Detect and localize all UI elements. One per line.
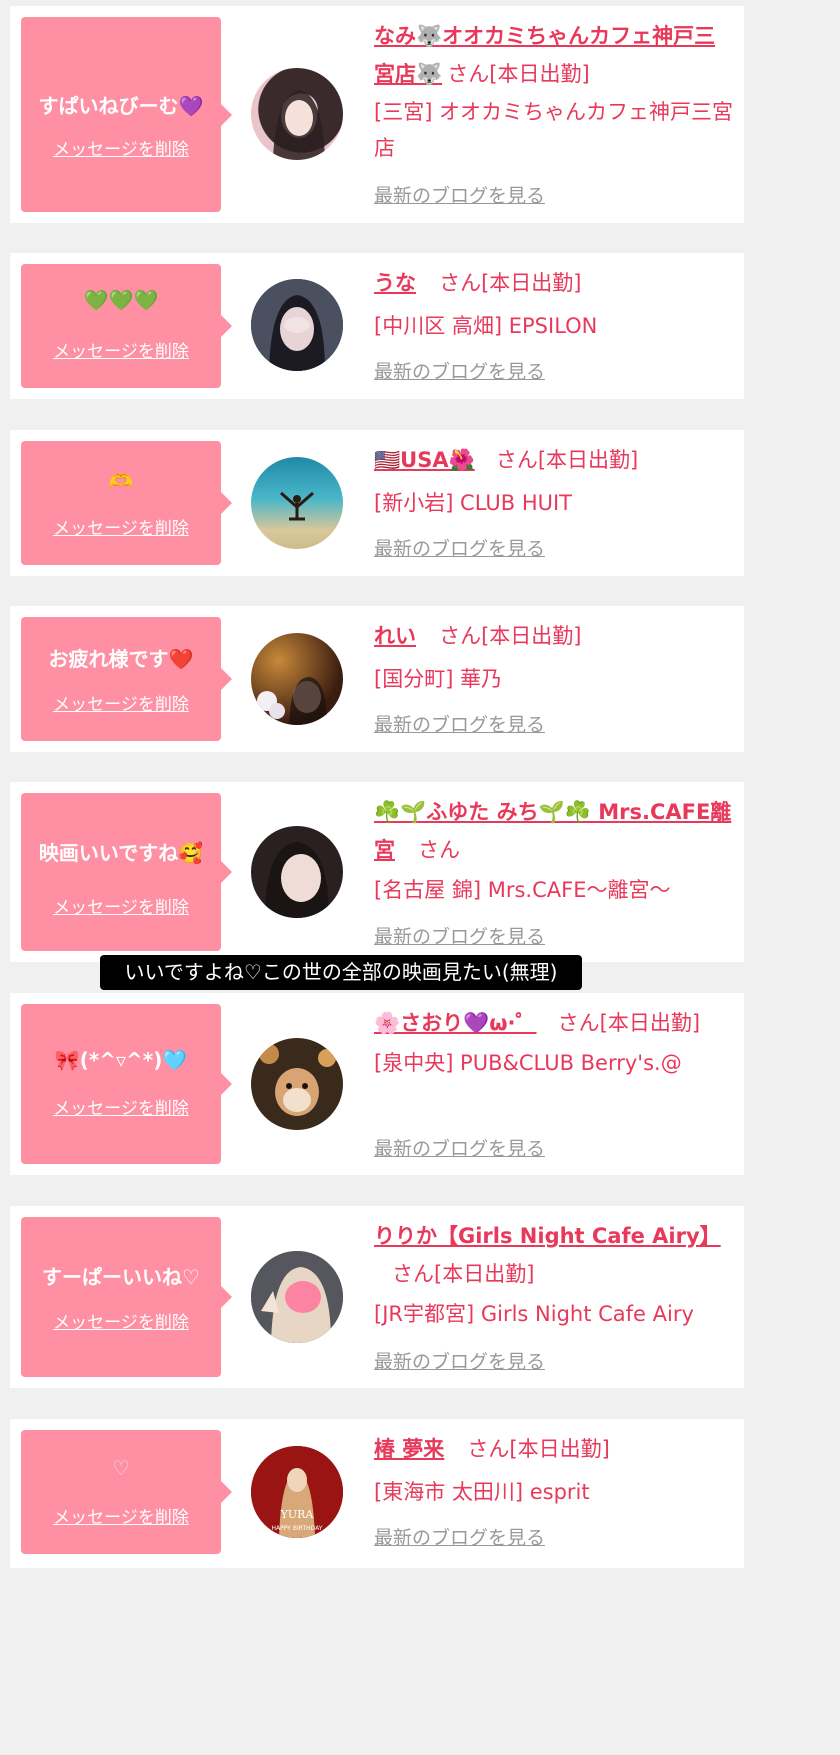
avatar-image [251,1251,343,1343]
delete-message-link[interactable]: メッセージを削除 [21,1094,221,1119]
cast-name-link[interactable]: 🌸さおり💜ω·゜ [374,1011,537,1035]
avatar-image [257,677,327,725]
avatar[interactable] [251,457,343,549]
avatar-image: YURA HAPPY BIRTHDAY [251,1446,343,1538]
shop-info: [泉中央] PUB&CLUB Berry's.@ [374,1051,682,1075]
message-bubble: 🎀(*^▿^*)🩵 メッセージを削除 [21,1004,232,1164]
shop-info: [東海市 太田川] esprit [374,1480,590,1504]
latest-blog-link[interactable]: 最新のブログを見る [374,534,545,561]
avatar[interactable] [251,826,343,918]
latest-blog-link[interactable]: 最新のブログを見る [374,710,545,737]
avatar[interactable] [251,68,343,160]
message-bubble: 映画いいですね🥰 メッセージを削除 [21,793,232,951]
latest-blog-link[interactable]: 最新のブログを見る [374,181,545,208]
message-card: お疲れ様です❤️ メッセージを削除 れい さん[本日出勤] [国分町] 華乃 最… [10,606,744,752]
avatar-image [251,279,343,371]
cast-info: 🌸さおり💜ω·゜ さん[本日出勤] [泉中央] PUB&CLUB Berry's… [374,1005,734,1083]
cast-name-link[interactable]: うな [374,271,416,295]
cast-info: 椿 夢来 さん[本日出勤] [東海市 太田川] esprit [374,1431,734,1515]
cast-status: さん[本日出勤] [467,1437,610,1461]
avatar-image [259,1044,336,1116]
message-card: すぱいねびーむ💜 メッセージを削除 なみ🐺オオカミちゃんカフェ神戸三宮店🐺 さん… [10,6,744,223]
shop-info: [三宮] オオカミちゃんカフェ神戸三宮店 [374,100,734,160]
cast-status: さん[本日出勤] [557,1011,701,1035]
cast-status: さん[本日出勤] [495,448,639,472]
cast-name-link[interactable]: 椿 夢来 [374,1437,444,1461]
message-text: すぱいねびーむ💜 [38,94,204,118]
message-bubble: お疲れ様です❤️ メッセージを削除 [21,617,232,741]
message-text: すーぱーいいね♡ [42,1265,200,1289]
shop-info: [国分町] 華乃 [374,667,503,691]
delete-message-link[interactable]: メッセージを削除 [21,514,221,539]
message-text: 🫶 [108,469,134,493]
message-card: 映画いいですね🥰 メッセージを削除 ☘️🌱ふゆた みち🌱☘️ Mrs.CAFE離… [10,782,744,962]
cast-status: さん[本日出勤] [447,62,590,86]
delete-message-link[interactable]: メッセージを削除 [21,337,221,362]
shop-info: [JR宇都宮] Girls Night Cafe Airy [374,1302,694,1326]
message-bubble: 💚💚💚 メッセージを削除 [21,264,232,388]
latest-blog-link[interactable]: 最新のブログを見る [374,1523,545,1550]
message-card: すーぱーいいね♡ メッセージを削除 りりか【Girls Night Cafe A… [10,1206,744,1388]
cast-info: りりか【Girls Night Cafe Airy】 さん[本日出勤] [JR宇… [374,1218,734,1334]
latest-blog-link[interactable]: 最新のブログを見る [374,1134,545,1161]
avatar-image [273,90,325,160]
message-bubble: 🫶 メッセージを削除 [21,441,232,565]
cast-info: ☘️🌱ふゆた みち🌱☘️ Mrs.CAFE離宮 さん [名古屋 錦] Mrs.C… [374,794,734,910]
message-text: お疲れ様です❤️ [48,647,194,671]
delete-message-link[interactable]: メッセージを削除 [21,1308,221,1333]
message-card: 💚💚💚 メッセージを削除 うな さん[本日出勤] [中川区 高畑] EPSILO… [10,253,744,399]
message-card: ♡ メッセージを削除 YURA HAPPY BIRTHDAY 椿 夢来 さん[本… [10,1419,744,1568]
message-text: ♡ [112,1456,130,1480]
message-list: すぱいねびーむ💜 メッセージを削除 なみ🐺オオカミちゃんカフェ神戸三宮店🐺 さん… [0,0,750,1568]
avatar-text: YURA [280,1508,315,1521]
message-card: 🎀(*^▿^*)🩵 メッセージを削除 🌸さおり💜ω·゜ さん[本日出勤] [泉中… [10,993,744,1175]
message-bubble: すーぱーいいね♡ メッセージを削除 [21,1217,232,1377]
avatar-image [265,842,329,918]
message-text: 映画いいですね🥰 [38,841,204,865]
cast-name-link[interactable]: 🇺🇸USA🌺 [374,448,475,472]
cast-name-link[interactable]: りりか【Girls Night Cafe Airy】 [374,1224,721,1248]
message-text: 🎀(*^▿^*)🩵 [54,1048,188,1072]
cast-info: 🇺🇸USA🌺 さん[本日出勤] [新小岩] CLUB HUIT [374,442,734,526]
avatar[interactable]: YURA HAPPY BIRTHDAY [251,1446,343,1538]
message-card: 🫶 メッセージを削除 🇺🇸USA🌺 さん[本日出勤] [新小岩] CLUB HU… [10,430,744,576]
avatar[interactable] [251,633,343,725]
avatar[interactable] [251,279,343,371]
cast-status: さん [418,838,461,862]
avatar-subtext: HAPPY BIRTHDAY [272,1525,323,1532]
shop-info: [中川区 高畑] EPSILON [374,314,598,338]
shop-info: [名古屋 錦] Mrs.CAFE〜離宮〜 [374,878,671,902]
avatar[interactable] [251,1251,343,1343]
delete-message-link[interactable]: メッセージを削除 [21,690,221,715]
message-bubble: ♡ メッセージを削除 [21,1430,232,1554]
cast-status: さん[本日出勤] [439,271,582,295]
shop-info: [新小岩] CLUB HUIT [374,491,573,515]
cast-status: さん[本日出勤] [439,624,582,648]
cast-info: れい さん[本日出勤] [国分町] 華乃 [374,618,734,702]
cast-info: なみ🐺オオカミちゃんカフェ神戸三宮店🐺 さん[本日出勤] [三宮] オオカミちゃ… [374,18,734,166]
subtitle-caption: いいですよね♡この世の全部の映画見たい(無理) [100,955,582,990]
delete-message-link[interactable]: メッセージを削除 [21,135,221,160]
delete-message-link[interactable]: メッセージを削除 [21,1503,221,1528]
latest-blog-link[interactable]: 最新のブログを見る [374,357,545,384]
cast-info: うな さん[本日出勤] [中川区 高畑] EPSILON [374,265,734,349]
message-bubble: すぱいねびーむ💜 メッセージを削除 [21,17,232,212]
delete-message-link[interactable]: メッセージを削除 [21,893,221,918]
message-text: 💚💚💚 [83,288,159,312]
avatar-image [280,491,314,521]
latest-blog-link[interactable]: 最新のブログを見る [374,1347,545,1374]
avatar[interactable] [251,1038,343,1130]
latest-blog-link[interactable]: 最新のブログを見る [374,922,545,949]
cast-status: さん[本日出勤] [392,1262,535,1286]
cast-name-link[interactable]: れい [374,624,416,648]
